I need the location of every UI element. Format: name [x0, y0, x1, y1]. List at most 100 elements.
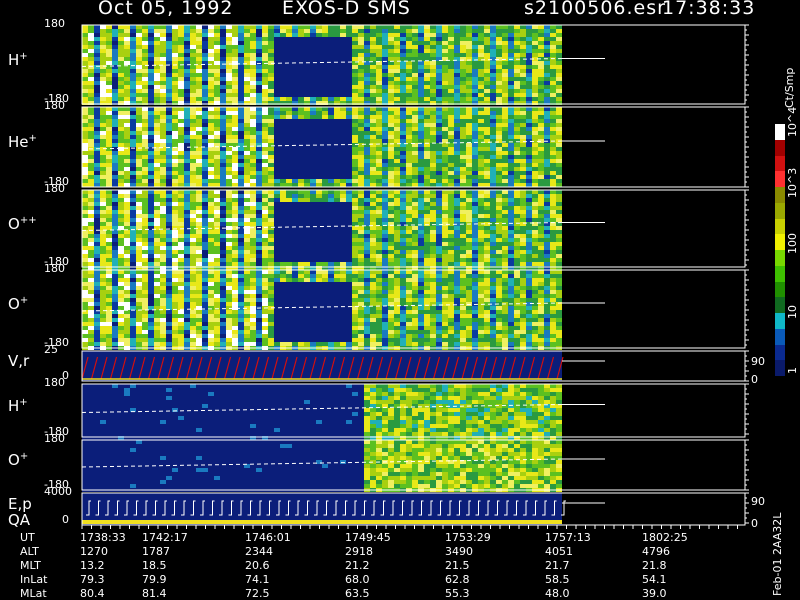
spectrogram-cell: [112, 57, 118, 61]
spectrogram-cell: [316, 111, 322, 115]
spectrogram-cell: [316, 163, 322, 167]
spectrogram-cell: [256, 107, 262, 111]
spectrogram-cell: [304, 175, 310, 179]
spectrogram-cell: [202, 123, 208, 127]
spectrogram-cell: [448, 131, 454, 135]
spectrogram-cell: [484, 230, 490, 234]
spectrogram-cell: [370, 163, 376, 167]
spectrogram-cell: [382, 89, 388, 93]
spectrogram-cell: [118, 143, 124, 147]
spectrogram-cell: [118, 171, 124, 175]
spectrogram-cell: [508, 77, 514, 81]
spectrogram-cell: [250, 230, 256, 234]
spectrogram-cell: [484, 175, 490, 179]
spectrogram-cell: [358, 210, 364, 214]
spectrogram-cell: [130, 127, 136, 131]
spectrogram-cell: [142, 210, 148, 214]
spectrogram-cell: [346, 167, 352, 171]
spectrogram-cell: [484, 107, 490, 111]
spectrogram-cell: [310, 183, 316, 187]
spectrogram-cell: [268, 206, 274, 210]
spectrogram-cell: [112, 298, 118, 302]
spectrogram-cell: [346, 25, 352, 29]
spectrogram-cell: [352, 151, 358, 155]
spectrogram-cell: [178, 167, 184, 171]
spectrogram-cell: [310, 57, 316, 61]
spectrogram-cell: [274, 202, 280, 206]
spectrogram-cell: [322, 246, 328, 250]
spectrogram-cell: [532, 147, 538, 151]
spectrogram-cell: [118, 183, 124, 187]
spectrogram-cell: [250, 135, 256, 139]
spectrogram-cell: [106, 194, 112, 198]
spectrogram-cell: [172, 230, 178, 234]
spectrogram-cell: [268, 147, 274, 151]
spectrogram-cell: [424, 37, 430, 41]
spectrogram-cell: [196, 250, 202, 254]
spectrogram-cell: [112, 242, 118, 246]
spectrogram-cell: [112, 49, 118, 53]
spectrogram-cell: [202, 127, 208, 131]
spectrogram-cell: [292, 155, 298, 159]
spectrogram-cell: [304, 139, 310, 143]
spectrogram-cell: [202, 190, 208, 194]
spectrogram-cell: [412, 49, 418, 53]
spectrogram-cell: [472, 147, 478, 151]
spectrogram-cell: [388, 238, 394, 242]
spectrogram-cell: [544, 131, 550, 135]
spectrogram-cell: [286, 131, 292, 135]
spectrogram-cell: [550, 45, 556, 49]
spectrogram-cell: [214, 127, 220, 131]
spectrogram-cell: [262, 123, 268, 127]
spectrogram-cell: [460, 53, 466, 57]
spectrogram-cell: [118, 254, 124, 258]
spectrogram-cell: [352, 97, 358, 101]
spectrogram-cell: [160, 262, 166, 266]
spectrogram-cell: [304, 238, 310, 242]
spectrogram-cell: [418, 175, 424, 179]
spectrogram-cell: [178, 163, 184, 167]
spectrogram-cell: [538, 115, 544, 119]
spectrogram-cell: [166, 262, 172, 266]
spectrogram-cell: [472, 143, 478, 147]
spectrogram-cell: [532, 37, 538, 41]
spectrogram-cell: [454, 73, 460, 77]
spectrogram-cell: [496, 61, 502, 65]
spectrogram-cell: [352, 194, 358, 198]
spectrogram-cell: [334, 218, 340, 222]
spectrogram-cell: [94, 49, 100, 53]
spectrogram-cell: [88, 131, 94, 135]
spectrogram-cell: [100, 115, 106, 119]
spectrogram-cell: [106, 302, 112, 306]
spectrogram-cell: [436, 234, 442, 238]
spectrogram-cell: [142, 111, 148, 115]
spectrogram-cell: [172, 107, 178, 111]
spectrogram-cell: [412, 127, 418, 131]
spectrogram-cell: [448, 93, 454, 97]
spectrogram-cell: [340, 179, 346, 183]
spectrogram-cell: [388, 45, 394, 49]
spectrogram-cell: [136, 163, 142, 167]
spectrogram-cell: [424, 127, 430, 131]
spectrogram-cell: [322, 25, 328, 29]
spectrogram-cell: [148, 258, 154, 262]
spectrogram-cell: [472, 210, 478, 214]
spectrogram-cell: [526, 214, 532, 218]
spectrogram-cell: [196, 190, 202, 194]
spectrogram-cell: [166, 61, 172, 65]
spectrogram-cell: [220, 123, 226, 127]
spectrogram-cell: [352, 25, 358, 29]
spectrogram-cell: [94, 234, 100, 238]
spectrogram-cell: [94, 190, 100, 194]
spectrogram-cell: [454, 159, 460, 163]
spectrogram-cell: [106, 119, 112, 123]
spectrogram-cell: [142, 97, 148, 101]
spectrogram-cell: [226, 111, 232, 115]
spectrogram-cell: [358, 135, 364, 139]
spectrogram-cell: [322, 214, 328, 218]
spectrogram-cell: [472, 107, 478, 111]
spectrogram-cell: [442, 135, 448, 139]
spectrogram-cell: [436, 155, 442, 159]
spectrogram-cell: [142, 41, 148, 45]
spectrogram-cell: [460, 115, 466, 119]
